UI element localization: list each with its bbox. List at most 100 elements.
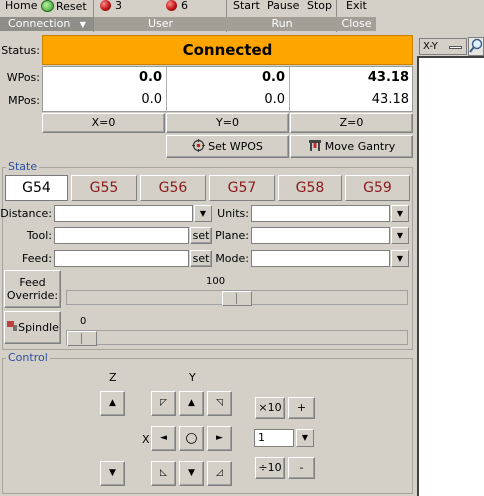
jog-home-button[interactable]: ○ bbox=[179, 426, 204, 451]
home-label: Home bbox=[5, 0, 38, 12]
jog-down-right-button[interactable]: ◿ bbox=[207, 461, 232, 486]
distance-select[interactable] bbox=[54, 205, 193, 222]
red-ball-icon bbox=[166, 0, 177, 11]
start-label: Start bbox=[233, 0, 260, 12]
move-gantry-button[interactable]: Move Gantry bbox=[290, 135, 413, 158]
chevron-down-icon[interactable]: ▼ bbox=[391, 227, 409, 244]
user-count-b: 6 bbox=[181, 0, 188, 12]
tab-g58[interactable]: G58 bbox=[278, 175, 342, 201]
user-button-a[interactable]: 3 bbox=[100, 0, 122, 16]
exit-label: Exit bbox=[346, 0, 367, 12]
connection-group-menu[interactable]: Connection ▼ bbox=[0, 17, 94, 31]
stop-button[interactable]: Stop bbox=[307, 0, 332, 16]
plane-select[interactable] bbox=[251, 227, 390, 244]
distance-label: Distance: bbox=[0, 207, 52, 220]
tab-g55[interactable]: G55 bbox=[71, 175, 137, 201]
set-feed-button[interactable]: set bbox=[190, 250, 212, 267]
pause-label: Pause bbox=[267, 0, 300, 12]
step-decrease-button[interactable]: - bbox=[288, 457, 315, 479]
feed-field[interactable] bbox=[54, 250, 189, 267]
arrow-down-left-icon: ◺ bbox=[160, 468, 167, 478]
gcode-canvas[interactable] bbox=[417, 56, 484, 496]
feed-override-value: 100 bbox=[206, 276, 226, 287]
set-wpos-button[interactable]: Set WPOS bbox=[166, 135, 289, 158]
jog-y-minus-button[interactable]: ▼ bbox=[179, 461, 204, 486]
gantry-icon bbox=[308, 140, 321, 151]
feed-override-slider[interactable] bbox=[66, 290, 408, 306]
tool-label: Tool: bbox=[26, 229, 52, 242]
user-button-b[interactable]: 6 bbox=[166, 0, 188, 16]
jog-up-right-button[interactable]: ◹ bbox=[207, 391, 232, 416]
feed-override-button[interactable]: Feed Override: bbox=[4, 270, 61, 308]
step-size-select[interactable]: 1 bbox=[254, 429, 294, 447]
x-axis-label: X bbox=[142, 433, 150, 446]
units-select[interactable] bbox=[251, 205, 390, 222]
zero-z-button[interactable]: Z=0 bbox=[290, 113, 413, 133]
set-tool-button[interactable]: set bbox=[190, 227, 212, 244]
user-count-a: 3 bbox=[115, 0, 122, 12]
reset-icon bbox=[41, 0, 54, 12]
state-title: State bbox=[6, 160, 40, 173]
set-wpos-label: Set WPOS bbox=[208, 140, 263, 153]
arrow-up-left-icon: ◸ bbox=[160, 398, 167, 408]
user-group-label: User bbox=[94, 17, 227, 31]
mode-label: Mode: bbox=[215, 252, 249, 265]
spindle-slider-thumb[interactable] bbox=[67, 331, 97, 346]
exit-button[interactable]: Exit bbox=[346, 0, 367, 16]
step-increase-button[interactable]: + bbox=[288, 397, 315, 419]
canvas-toolbar: X-Y bbox=[416, 36, 484, 56]
reset-button[interactable]: Reset bbox=[41, 0, 87, 16]
feed-override-slider-thumb[interactable] bbox=[222, 291, 252, 306]
tab-g54[interactable]: G54 bbox=[5, 175, 68, 201]
spindle-slider[interactable] bbox=[66, 330, 408, 346]
start-button[interactable]: Start bbox=[233, 0, 260, 16]
jog-z-down-button[interactable]: ▼ bbox=[100, 461, 125, 486]
jog-up-left-button[interactable]: ◸ bbox=[151, 391, 176, 416]
dropdown-icon bbox=[449, 46, 462, 49]
jog-x-minus-button[interactable]: ◄ bbox=[151, 426, 176, 451]
tool-field[interactable] bbox=[54, 227, 189, 244]
pause-button[interactable]: Pause bbox=[267, 0, 299, 16]
step-multiply-button[interactable]: ×10 bbox=[255, 397, 285, 419]
home-button[interactable]: Home bbox=[5, 0, 37, 16]
wpos-x: 0.0 bbox=[138, 70, 162, 85]
mode-select[interactable] bbox=[251, 250, 390, 267]
jog-x-plus-button[interactable]: ► bbox=[207, 426, 232, 451]
ribbon-toolbar: Home Reset 3 6 Start Pause Stop Exit Con… bbox=[0, 0, 376, 32]
move-gantry-label: Move Gantry bbox=[324, 140, 396, 153]
wpos-y: 0.0 bbox=[261, 70, 285, 85]
stop-label: Stop bbox=[307, 0, 333, 12]
feed-label: Feed: bbox=[22, 252, 52, 265]
jog-down-left-button[interactable]: ◺ bbox=[151, 461, 176, 486]
chevron-down-icon[interactable]: ▼ bbox=[391, 205, 409, 222]
connection-group-label: Connection bbox=[8, 17, 71, 30]
red-ball-icon bbox=[100, 0, 111, 11]
jog-y-plus-button[interactable]: ▲ bbox=[179, 391, 204, 416]
spindle-value: 0 bbox=[80, 316, 87, 327]
mpos-x: 0.0 bbox=[141, 92, 162, 107]
tab-g56[interactable]: G56 bbox=[140, 175, 206, 201]
control-title: Control bbox=[6, 351, 50, 364]
zero-x-button[interactable]: X=0 bbox=[42, 113, 165, 133]
arrow-down-icon: ▼ bbox=[109, 468, 116, 478]
step-divide-button[interactable]: ÷10 bbox=[255, 457, 285, 479]
chevron-down-icon[interactable]: ▼ bbox=[194, 205, 212, 222]
spindle-label: Spindle bbox=[18, 321, 59, 334]
mpos-label: MPos: bbox=[8, 94, 40, 107]
chevron-down-icon[interactable]: ▼ bbox=[391, 250, 409, 267]
zoom-button[interactable] bbox=[468, 37, 484, 56]
arrow-right-icon: ► bbox=[216, 433, 223, 443]
tab-g57[interactable]: G57 bbox=[209, 175, 275, 201]
spindle-button[interactable]: Spindle bbox=[4, 311, 61, 344]
wpos-label: WPos: bbox=[6, 71, 40, 84]
jog-z-up-button[interactable]: ▲ bbox=[100, 391, 125, 416]
wpos-z: 43.18 bbox=[367, 70, 409, 85]
status-badge: Connected bbox=[42, 35, 413, 65]
chevron-down-icon[interactable]: ▼ bbox=[296, 429, 314, 447]
mpos-y: 0.0 bbox=[264, 92, 285, 107]
zero-y-button[interactable]: Y=0 bbox=[166, 113, 289, 133]
tab-g59[interactable]: G59 bbox=[345, 175, 410, 201]
projection-select[interactable]: X-Y bbox=[419, 38, 467, 55]
circle-icon: ○ bbox=[185, 430, 198, 446]
arrow-down-right-icon: ◿ bbox=[216, 468, 223, 478]
